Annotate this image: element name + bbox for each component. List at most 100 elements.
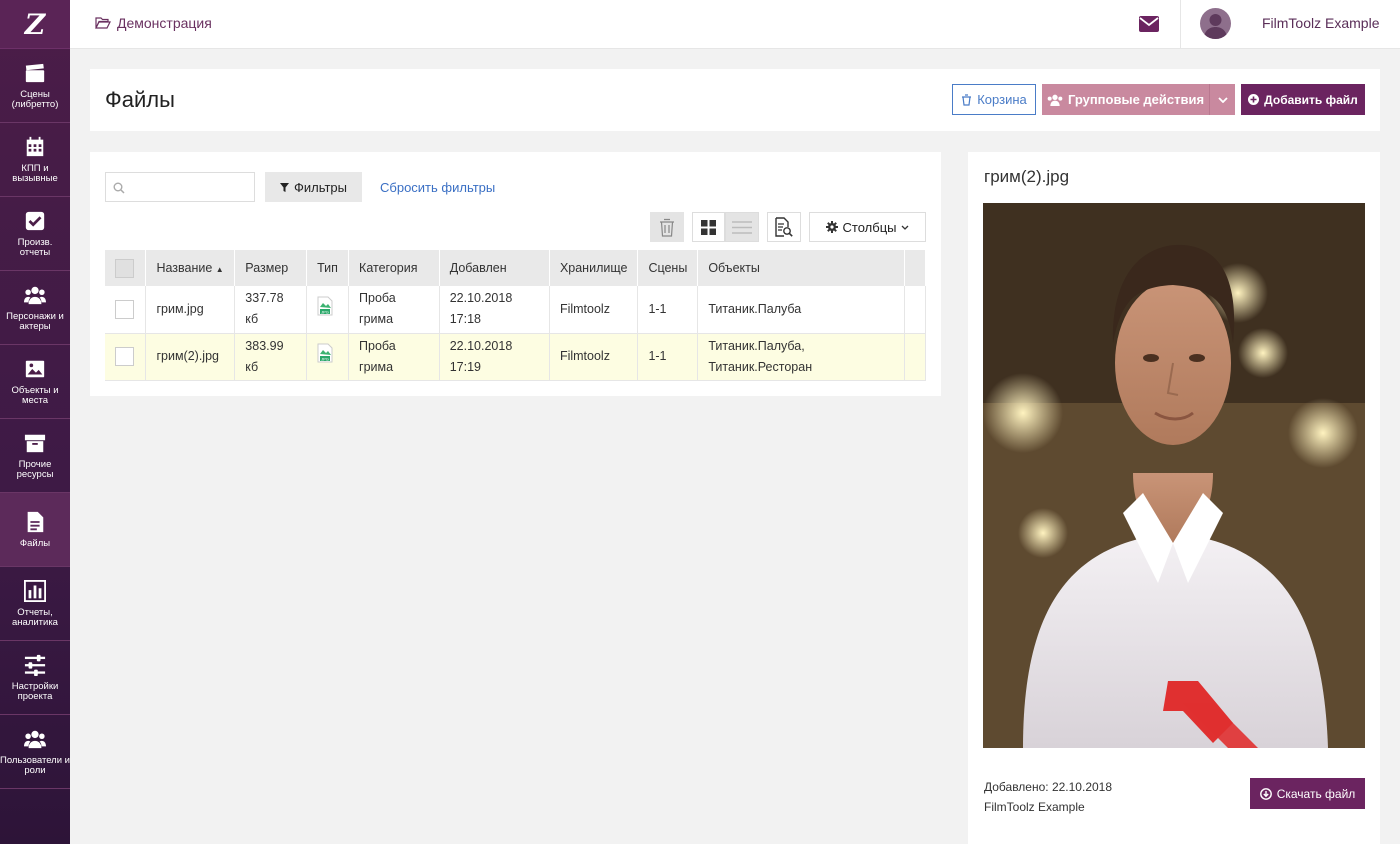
sidebar-item-label: Пользователи и роли <box>0 754 70 776</box>
cell-added: 22.10.2018 17:19 <box>439 333 550 381</box>
chevron-down-icon <box>1217 96 1228 103</box>
sidebar: Z Сцены (либретто) КПП и вызывные Произв… <box>0 0 70 844</box>
sidebar-item-label: Настройки проекта <box>11 680 59 702</box>
added-by: FilmToolz Example <box>984 800 1085 814</box>
list-view-button[interactable] <box>725 212 759 242</box>
column-header-category[interactable]: Категория <box>348 250 440 286</box>
table-row[interactable]: грим(2).jpg 383.99 кб JPG Проба грима 22… <box>105 333 926 381</box>
sidebar-item-callsheets[interactable]: КПП и вызывные <box>0 123 70 197</box>
archive-icon <box>24 434 46 452</box>
cell-scenes: 1-1 <box>637 333 699 381</box>
preview-toggle-button[interactable] <box>767 212 801 242</box>
select-all-checkbox[interactable] <box>115 258 134 278</box>
row-checkbox[interactable] <box>115 347 134 367</box>
image-icon <box>25 360 45 377</box>
delete-button[interactable] <box>650 212 684 242</box>
group-actions-label: Групповые действия <box>1067 92 1205 107</box>
table-row[interactable]: грим.jpg 337.78 кб JPG Проба грима 22.10… <box>105 286 926 334</box>
preview-panel: грим(2).jpg Добавлено: 22.10.2018 FilmTo… <box>968 152 1380 844</box>
preview-title: грим(2).jpg <box>984 167 1070 186</box>
sidebar-item-label: Объекты и места <box>11 384 59 406</box>
cell-objects: Титаник.Палуба <box>697 286 905 334</box>
add-file-button[interactable]: Добавить файл <box>1241 84 1365 115</box>
filters-label: Фильтры <box>293 179 347 195</box>
download-button[interactable]: Скачать файл <box>1250 778 1365 809</box>
add-file-label: Добавить файл <box>1264 92 1358 107</box>
topbar: Демонстрация FilmToolz Example <box>70 0 1400 49</box>
group-actions-button[interactable]: Групповые действия <box>1042 84 1209 115</box>
sort-asc-icon: ▲ <box>215 265 224 274</box>
column-header-label: Название <box>156 261 213 275</box>
sidebar-item-characters[interactable]: Персонажи и актеры <box>0 271 70 345</box>
column-header-extra <box>904 250 926 286</box>
column-header-added[interactable]: Добавлен <box>439 250 550 286</box>
username[interactable]: FilmToolz Example <box>1262 15 1379 31</box>
sidebar-item-scenes[interactable]: Сцены (либретто) <box>0 49 70 123</box>
logo-text: Z <box>24 7 46 41</box>
clapperboard-icon <box>25 63 45 82</box>
sidebar-item-reports[interactable]: Произв. отчеты <box>0 197 70 271</box>
search-icon <box>113 182 125 194</box>
list-icon <box>732 220 752 234</box>
column-header-objects[interactable]: Объекты <box>697 250 905 286</box>
search-box[interactable] <box>105 172 255 202</box>
sidebar-item-settings[interactable]: Настройки проекта <box>0 641 70 715</box>
calendar-icon <box>26 136 44 156</box>
files-panel: Фильтры Сбросить фильтры Столбцы Названи… <box>90 152 941 396</box>
cell-name[interactable]: грим(2).jpg <box>145 333 236 381</box>
columns-dropdown[interactable]: Столбцы <box>809 212 926 242</box>
column-header-storage[interactable]: Хранилище <box>549 250 639 286</box>
filter-icon <box>279 182 289 192</box>
cell-size: 383.99 кб <box>234 333 308 381</box>
file-icon <box>27 511 44 532</box>
mail-icon[interactable] <box>1139 16 1159 35</box>
cell-added: 22.10.2018 17:18 <box>439 286 550 334</box>
sidebar-item-label: КПП и вызывные <box>12 162 58 184</box>
cell-objects: Титаник.Палуба, Титаник.Ресторан <box>697 333 905 381</box>
download-label: Скачать файл <box>1276 786 1356 801</box>
jpg-file-icon: JPG <box>317 343 333 363</box>
sidebar-item-analytics[interactable]: Отчеты, аналитика <box>0 567 70 641</box>
document-search-icon <box>775 217 793 237</box>
filters-button[interactable]: Фильтры <box>265 172 362 202</box>
sidebar-item-users[interactable]: Пользователи и роли <box>0 715 70 789</box>
column-header-scenes[interactable]: Сцены <box>637 250 699 286</box>
chevron-down-icon <box>902 225 909 230</box>
breadcrumb[interactable]: Демонстрация <box>95 15 212 31</box>
files-table: Название ▲ Размер Тип Категория Добавлен… <box>105 250 926 381</box>
jpg-file-icon: JPG <box>317 296 333 316</box>
avatar[interactable] <box>1200 8 1231 39</box>
sidebar-item-label: Персонажи и актеры <box>6 310 64 332</box>
preview-image[interactable] <box>983 203 1365 748</box>
trash-icon <box>660 218 674 237</box>
users-icon <box>1047 94 1063 106</box>
grid-view-button[interactable] <box>692 212 725 242</box>
column-header-name[interactable]: Название ▲ <box>145 250 236 286</box>
sidebar-item-objects[interactable]: Объекты и места <box>0 345 70 419</box>
cell-scenes: 1-1 <box>637 286 699 334</box>
cell-extra <box>904 286 926 334</box>
columns-label: Столбцы <box>842 219 897 235</box>
row-select-cell <box>105 333 147 381</box>
cell-extra <box>904 333 926 381</box>
search-input[interactable] <box>130 177 250 197</box>
column-header-type[interactable]: Тип <box>306 250 350 286</box>
select-all-cell <box>105 250 147 286</box>
gear-icon <box>825 221 838 233</box>
page-title: Файлы <box>105 87 175 112</box>
cell-category: Проба грима <box>348 333 440 381</box>
plus-circle-icon <box>1248 94 1260 105</box>
group-actions-dropdown[interactable] <box>1209 84 1235 115</box>
sliders-icon <box>24 654 46 676</box>
trash-button[interactable]: Корзина <box>952 84 1036 115</box>
sidebar-item-resources[interactable]: Прочие ресурсы <box>0 419 70 493</box>
sidebar-item-files[interactable]: Файлы <box>0 493 70 567</box>
app-logo[interactable]: Z <box>0 0 70 49</box>
sidebar-item-label: Файлы <box>19 537 51 549</box>
column-header-size[interactable]: Размер <box>234 250 308 286</box>
reset-filters-link[interactable]: Сбросить фильтры <box>380 180 495 195</box>
cell-name[interactable]: грим.jpg <box>145 286 236 334</box>
row-checkbox[interactable] <box>115 299 134 319</box>
folder-open-icon <box>95 17 111 29</box>
row-select-cell <box>105 286 147 334</box>
